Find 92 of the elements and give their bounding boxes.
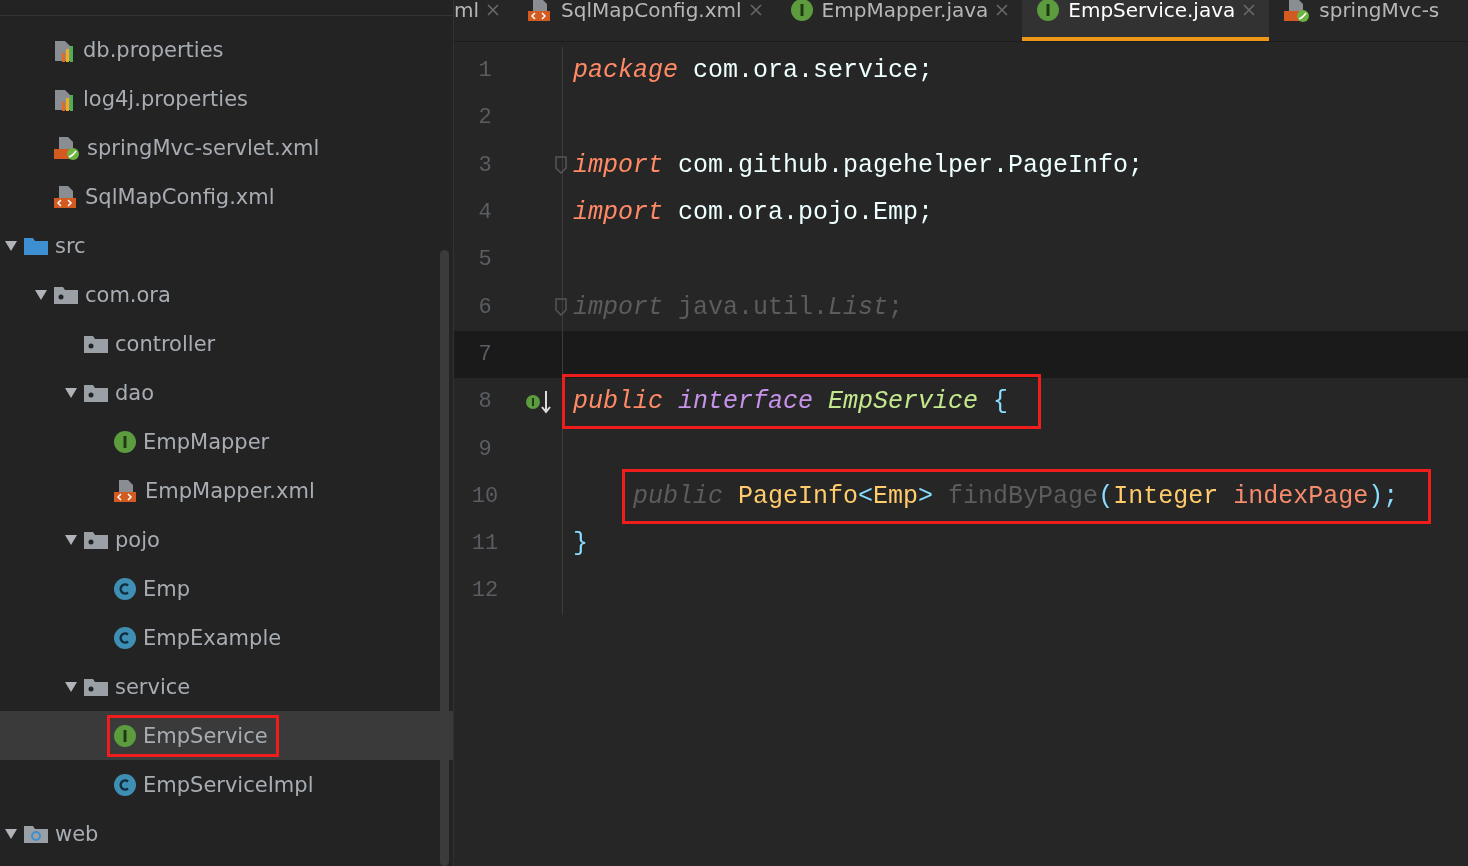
tree-item[interactable]: controller (0, 319, 453, 368)
line-number: 1 (477, 58, 493, 84)
editor-tab[interactable]: SqlMapConfig.xml (513, 0, 776, 41)
tree-item-label: Emp (143, 576, 191, 601)
interface-icon (113, 723, 137, 748)
expanded-arrow-icon[interactable] (4, 238, 18, 253)
tab-label: EmpMapper.java (821, 0, 989, 22)
tab-label: EmpService.java (1068, 0, 1236, 22)
line-number: 4 (477, 200, 493, 226)
expanded-arrow-icon[interactable] (64, 532, 78, 547)
tree-item[interactable]: db.properties (0, 25, 453, 74)
line-number: 6 (477, 294, 493, 320)
tree-item[interactable]: web (0, 809, 453, 858)
xml-file-icon (53, 183, 79, 210)
tree-item-label: db.properties (83, 37, 224, 62)
tree-item[interactable]: SqlMapConfig.xml (0, 172, 453, 221)
tree-item[interactable]: service (0, 662, 453, 711)
tree-item-label: SqlMapConfig.xml (85, 184, 275, 209)
folder-icon (23, 235, 49, 256)
line-number: 5 (477, 247, 493, 273)
tree-item[interactable]: EmpMapper (0, 417, 453, 466)
tree-item-label: EmpMapper.xml (145, 478, 315, 503)
tree-item-label: web (55, 821, 99, 846)
expanded-arrow-icon[interactable] (64, 385, 78, 400)
tree-item[interactable]: EmpServiceImpl (0, 760, 453, 809)
expanded-arrow-icon[interactable] (4, 826, 18, 841)
implemented-down-arrow-icon[interactable] (525, 388, 553, 415)
close-icon[interactable] (487, 3, 500, 16)
close-icon[interactable] (996, 3, 1009, 16)
tab-label: springMvc-s (1319, 0, 1440, 22)
expanded-arrow-icon[interactable] (64, 679, 78, 694)
close-icon[interactable] (1243, 3, 1256, 16)
editor-tab[interactable]: EmpService.java (1022, 0, 1270, 41)
line-number: 8 (477, 389, 493, 415)
tree-item[interactable]: Emp (0, 564, 453, 613)
tree-item[interactable]: EmpExample (0, 613, 453, 662)
package-folder-icon (83, 529, 109, 550)
tab-label: ml (454, 0, 480, 22)
interface-icon (113, 429, 137, 454)
tree-item[interactable]: springMvc-servlet.xml (0, 123, 453, 172)
tree-item[interactable]: log4j.properties (0, 74, 453, 123)
editor-tab[interactable]: springMvc-s (1269, 0, 1454, 41)
tab-label: SqlMapConfig.xml (561, 0, 742, 22)
code-line: package com.ora.service; (573, 56, 934, 86)
tree-item-label: dao (115, 380, 155, 405)
tree-item[interactable]: EmpService (0, 711, 453, 760)
code-line: import com.github.pagehelper.PageInfo; (573, 150, 1144, 180)
line-number: 12 (470, 578, 500, 604)
code-line: } (573, 529, 588, 559)
editor-tab[interactable]: ml (454, 0, 514, 41)
tree-item[interactable]: pojo (0, 515, 453, 564)
tree-item-label: controller (115, 331, 216, 356)
package-folder-icon (83, 676, 109, 697)
expanded-arrow-icon[interactable] (34, 287, 48, 302)
tree-item-label: EmpService (143, 723, 268, 748)
line-number: 3 (477, 152, 493, 178)
fold-marker-icon[interactable] (554, 156, 568, 175)
folder-icon (23, 823, 49, 844)
tree-item-label: EmpServiceImpl (143, 772, 314, 797)
tree-item-label: pojo (115, 527, 160, 552)
class-icon (113, 625, 137, 650)
code-line: import com.ora.pojo.Emp; (573, 198, 934, 228)
close-icon[interactable] (749, 3, 762, 16)
tree-item[interactable]: com.ora (0, 270, 453, 319)
package-folder-icon (83, 382, 109, 403)
package-folder-icon (53, 284, 79, 305)
tree-item-label: src (55, 233, 86, 258)
editor-tab[interactable]: EmpMapper.java (775, 0, 1023, 41)
class-icon (113, 576, 137, 601)
tree-item-label: com.ora (85, 282, 171, 307)
line-number: 2 (477, 105, 493, 131)
tree-item-label: EmpMapper (143, 429, 270, 454)
line-number: 9 (477, 436, 493, 462)
tree-item[interactable]: dao (0, 368, 453, 417)
interface-icon (1036, 0, 1061, 22)
xml-leaf-icon (1283, 0, 1312, 23)
tree-item-label: log4j.properties (83, 86, 249, 111)
line-number: 7 (477, 341, 493, 367)
scrollbar[interactable] (440, 250, 449, 866)
fold-marker-icon[interactable] (554, 298, 568, 317)
package-folder-icon (83, 333, 109, 354)
tree-item-label: EmpExample (143, 625, 282, 650)
tree-item[interactable]: src (0, 221, 453, 270)
tree-item-label: service (115, 674, 191, 699)
tree-item[interactable]: EmpMapper.xml (0, 466, 453, 515)
interface-icon (789, 0, 814, 22)
class-icon (113, 772, 137, 797)
tree-item-label: springMvc-servlet.xml (87, 135, 320, 160)
xml-leaf-icon (53, 134, 81, 161)
line-number: 10 (470, 483, 500, 509)
xml-file-icon (113, 477, 139, 504)
line-number: 11 (470, 531, 500, 557)
